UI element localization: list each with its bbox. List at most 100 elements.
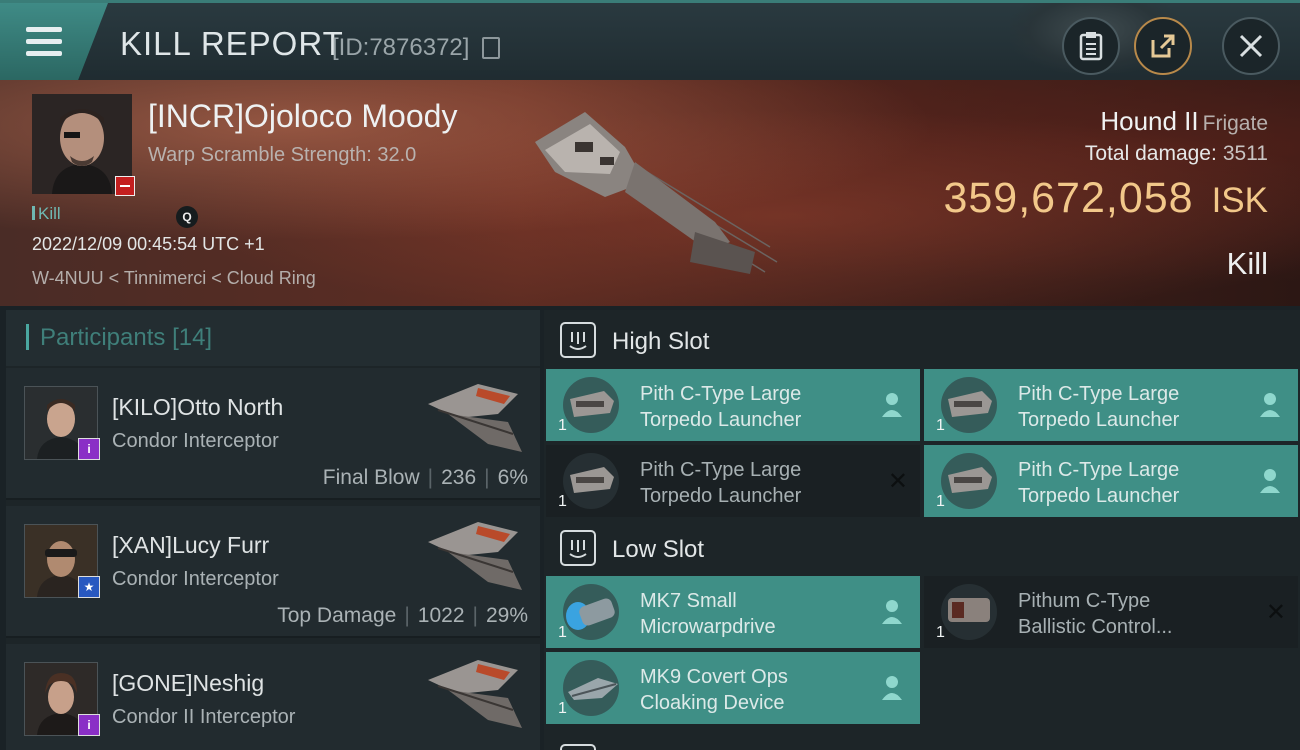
isk-value: 359,672,058: [943, 174, 1194, 222]
module-tile[interactable]: 1 Pith C-Type Large Torpedo Launcher: [546, 369, 920, 441]
isk-value-row: 359,672,058 ISK: [943, 174, 1268, 223]
torpedo-launcher-icon: [563, 453, 619, 509]
module-name: MK7 Small Microwarpdrive: [640, 590, 776, 638]
module-name: Pith C-Type Large Torpedo Launcher: [640, 459, 802, 507]
participants-title: Participants [14]: [40, 324, 212, 352]
participant-name: [KILO]Otto North: [112, 394, 284, 420]
participants-label: Participants: [40, 324, 166, 351]
clipboard-button[interactable]: [1062, 17, 1120, 75]
participants-header: Participants [14]: [6, 310, 540, 366]
participant-ship: Condor Interceptor: [112, 430, 279, 452]
module-quantity: 1: [558, 493, 567, 510]
low-slot-header: Low Slot: [544, 520, 1300, 576]
kill-tag: Kill: [32, 204, 61, 224]
participant-row[interactable]: ★ [XAN]Lucy Furr Condor Interceptor Top …: [6, 506, 540, 638]
participant-damage: 236: [441, 466, 477, 489]
module-name: MK9 Covert Ops Cloaking Device: [640, 666, 788, 714]
module-quantity: 1: [936, 417, 945, 434]
participant-percent: 29%: [485, 604, 528, 627]
mid-slot-icon: [560, 744, 596, 750]
victim-ship-image: [535, 112, 778, 274]
module-quantity: 1: [936, 493, 945, 510]
participants-panel: Participants [14] i [KILO]Otto North Con…: [6, 310, 540, 750]
dropped-person-icon: [882, 676, 902, 700]
low-slot-title: Low Slot: [612, 536, 705, 563]
hamburger-icon: [26, 27, 62, 57]
participant-row[interactable]: i [KILO]Otto North Condor Interceptor Fi…: [6, 368, 540, 500]
warp-scramble-strength: Warp Scramble Strength: 32.0: [148, 144, 417, 166]
module-quantity: 1: [558, 700, 567, 717]
destroyed-x-icon: ✕: [1265, 599, 1286, 626]
clipboard-icon: [1079, 32, 1103, 61]
mid-slot-header: [544, 734, 1300, 750]
victim-name[interactable]: [INCR]Ojoloco Moody: [148, 98, 457, 135]
dropped-person-icon: [882, 393, 902, 417]
kill-location[interactable]: W-4NUU < Tinnimerci < Cloud Ring: [32, 268, 316, 289]
module-tile[interactable]: 1 Pith C-Type Large Torpedo Launcher ✕: [546, 445, 920, 517]
info-badge: i: [78, 714, 100, 736]
participant-name: [GONE]Neshig: [112, 670, 265, 696]
dropped-person-icon: [882, 600, 902, 624]
header-accent-bar: [26, 324, 29, 350]
ship-name: Hound II: [1100, 106, 1199, 136]
module-tile[interactable]: 1 MK7 Small Microwarpdrive: [546, 576, 920, 648]
participants-count: [14]: [172, 324, 213, 351]
participant-damage: 1022: [417, 604, 465, 627]
participant-role: Top Damage: [277, 604, 397, 627]
victim-ship[interactable]: Hound II Frigate: [1100, 106, 1268, 137]
hostile-badge: [115, 176, 135, 196]
dropped-person-icon: [1260, 393, 1280, 417]
module-name: Pith C-Type Large Torpedo Launcher: [1018, 383, 1180, 431]
condor-ii-ship-image: [428, 660, 522, 728]
participant-percent: 6%: [497, 466, 528, 489]
low-slot-icon: [560, 530, 596, 566]
search-icon[interactable]: Q: [176, 206, 198, 228]
participant-stats: Final Blow | 236 | 6%: [322, 466, 528, 489]
copy-icon[interactable]: [482, 37, 500, 59]
close-icon: [1239, 34, 1263, 58]
menu-button[interactable]: [0, 3, 108, 81]
isk-unit: ISK: [1211, 181, 1268, 220]
total-damage-label: Total damage:: [1084, 142, 1217, 165]
participant-stats: Top Damage | 1022 | 29%: [277, 604, 528, 627]
cloaking-device-icon: [563, 660, 619, 716]
info-badge: i: [78, 438, 100, 460]
module-tile[interactable]: 1 MK9 Covert Ops Cloaking Device: [546, 652, 920, 724]
ship-class: Frigate: [1202, 112, 1268, 135]
share-button[interactable]: [1134, 17, 1192, 75]
report-id: [ID:7876372]: [332, 34, 470, 61]
module-name: Pithum C-Type Ballistic Control...: [1018, 590, 1173, 638]
kill-timestamp: 2022/12/09 00:45:54 UTC +1: [32, 234, 265, 254]
dropped-person-icon: [1260, 469, 1280, 493]
high-slot-title: High Slot: [612, 328, 710, 355]
torpedo-launcher-icon: [941, 453, 997, 509]
participant-role: Final Blow: [322, 466, 420, 489]
module-name: Pith C-Type Large Torpedo Launcher: [1018, 459, 1180, 507]
module-tile[interactable]: 1 Pith C-Type Large Torpedo Launcher: [924, 445, 1298, 517]
module-quantity: 1: [558, 624, 567, 641]
participant-row[interactable]: i [GONE]Neshig Condor II Interceptor: [6, 644, 540, 750]
close-button[interactable]: [1222, 17, 1280, 75]
result-label: Kill: [1226, 246, 1268, 281]
total-damage-value: 3511: [1222, 142, 1268, 165]
participant-ship: Condor Interceptor: [112, 568, 279, 590]
destroyed-x-icon: ✕: [887, 468, 908, 495]
torpedo-launcher-icon: [941, 377, 997, 433]
module-quantity: 1: [936, 624, 945, 641]
module-tile[interactable]: 1 Pithum C-Type Ballistic Control... ✕: [924, 576, 1298, 648]
page-title: KILL REPORT: [120, 25, 344, 62]
participant-name: [XAN]Lucy Furr: [112, 532, 270, 558]
star-badge: ★: [78, 576, 100, 598]
microwarpdrive-icon: [563, 584, 619, 640]
high-slot-header: High Slot: [544, 312, 1300, 368]
high-slot-icon: [560, 322, 596, 358]
condor-ship-image: [428, 384, 522, 452]
module-tile[interactable]: 1 Pith C-Type Large Torpedo Launcher: [924, 369, 1298, 441]
participant-ship: Condor II Interceptor: [112, 706, 296, 728]
module-name: Pith C-Type Large Torpedo Launcher: [640, 383, 802, 431]
total-damage: Total damage: 3511: [1085, 142, 1268, 166]
header-bar: KILL REPORT [ID:7876372]: [0, 0, 1300, 83]
module-quantity: 1: [558, 417, 567, 434]
torpedo-launcher-icon: [563, 377, 619, 433]
share-icon: [1151, 34, 1175, 58]
